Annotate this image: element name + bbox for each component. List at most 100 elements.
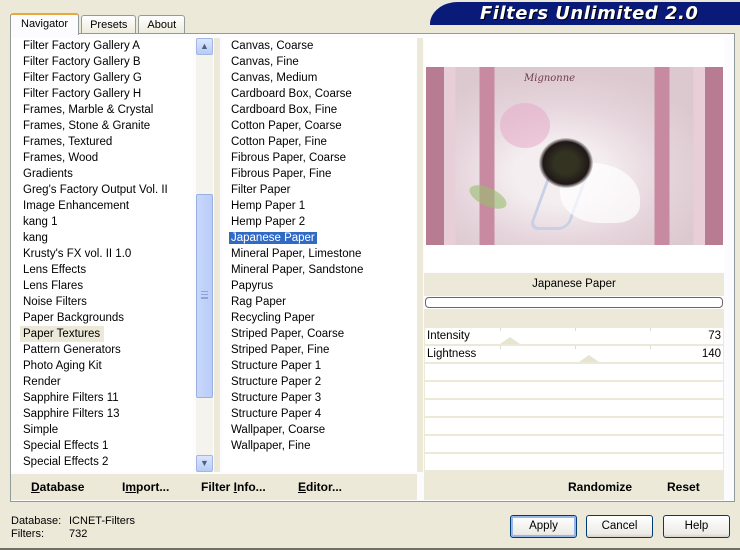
list-item[interactable]: Filter Factory Gallery B [11,54,193,70]
list-item[interactable]: Striped Paper, Fine [223,342,417,358]
list-item[interactable]: Image Enhancement [11,198,193,214]
list-item[interactable]: Lens Flares [11,278,193,294]
list-item-label: Structure Paper 1 [231,360,322,372]
list-item[interactable]: Noise Filters [11,294,193,310]
tab-bar: Navigator Presets About [10,13,187,35]
cancel-button[interactable]: Cancel [586,515,653,538]
list-item[interactable]: Photo Aging Kit [11,358,193,374]
chevron-up-icon: ▲ [200,41,209,51]
list-item[interactable]: Hemp Paper 2 [223,214,417,230]
list-item[interactable]: Filter Factory Gallery G [11,70,193,86]
progress-bar [425,297,723,308]
list-item[interactable]: Filter Factory Gallery A [11,38,193,54]
list-item[interactable]: Canvas, Coarse [223,38,417,54]
database-button[interactable]: Database [31,480,84,494]
list-item[interactable]: Wallpaper, Coarse [223,422,417,438]
list-item[interactable]: Canvas, Fine [223,54,417,70]
slider-thumb[interactable] [500,337,521,344]
list-item-label: Mineral Paper, Limestone [231,248,362,260]
list-item-label: Filter Factory Gallery G [23,72,142,84]
list-item[interactable]: Special Effects 2 [11,454,193,470]
list-item[interactable]: Mineral Paper, Limestone [223,246,417,262]
list-item[interactable]: Paper Textures [20,326,105,342]
list-item[interactable]: Krusty's FX vol. II 1.0 [11,246,193,262]
list-item[interactable]: Cotton Paper, Coarse [223,118,417,134]
scroll-thumb[interactable] [196,194,213,398]
preview-caption: Mignonne [524,73,576,84]
tab-presets[interactable]: Presets [81,15,137,35]
empty-param-row [425,436,723,452]
list-item-label: Frames, Stone & Granite [23,120,151,132]
list-item-label: Structure Paper 3 [231,392,322,404]
empty-param-row [425,418,723,434]
database-label: Database: [11,515,62,527]
randomize-button[interactable]: Randomize [568,480,632,494]
list-item[interactable]: Cardboard Box, Coarse [223,86,417,102]
list-item[interactable]: Frames, Textured [11,134,193,150]
list-item[interactable]: Japanese Paper [223,230,417,246]
scroll-down-button[interactable]: ▼ [196,455,213,472]
list-item[interactable]: Sapphire Filters 13 [11,406,193,422]
list-item[interactable]: Structure Paper 4 [223,406,417,422]
list-item[interactable]: Render [11,374,193,390]
filter-info-button[interactable]: Filter Info... [201,480,266,494]
list-item-label: kang 1 [23,216,58,228]
list-item[interactable]: Filter Factory Gallery H [11,86,193,102]
preview-panel: Mignonne [424,38,724,272]
list-item[interactable]: Structure Paper 3 [223,390,417,406]
list-item-label: Papyrus [231,280,274,292]
list-item[interactable]: Special Effects 1 [11,438,193,454]
import-button[interactable]: Import... [122,480,169,494]
list-item[interactable]: Cotton Paper, Fine [223,134,417,150]
category-scrollbar[interactable]: ▲ ▼ [196,38,213,472]
list-item-label: Render [23,376,61,388]
scroll-up-button[interactable]: ▲ [196,38,213,55]
list-item-label: Wallpaper, Coarse [231,424,326,436]
list-item[interactable]: Sapphire Filters 11 [11,390,193,406]
help-button[interactable]: Help [663,515,730,538]
list-item-label: Sapphire Filters 13 [23,408,120,420]
list-item[interactable]: kang 1 [11,214,193,230]
list-item[interactable]: Frames, Wood [11,150,193,166]
list-item[interactable]: Lens Effects [11,262,193,278]
list-item[interactable]: Rag Paper [223,294,417,310]
list-item[interactable]: Mineral Paper, Sandstone [223,262,417,278]
list-item[interactable]: Striped Paper, Coarse [223,326,417,342]
param-slider-lightness[interactable]: Lightness 140 [425,346,723,362]
app-title: Filters Unlimited 2.0 [480,3,699,24]
list-item[interactable]: kang [11,230,193,246]
list-item[interactable]: Filter Paper [223,182,417,198]
list-item-label: Krusty's FX vol. II 1.0 [23,248,132,260]
list-item[interactable]: Structure Paper 2 [223,374,417,390]
list-item[interactable]: Structure Paper 1 [223,358,417,374]
list-item[interactable]: Frames, Stone & Granite [11,118,193,134]
empty-param-row [425,400,723,416]
list-item[interactable]: Fibrous Paper, Fine [223,166,417,182]
list-item[interactable]: Recycling Paper [223,310,417,326]
list-item[interactable]: Canvas, Medium [223,70,417,86]
category-list[interactable]: Filter Factory Gallery A Filter Factory G… [11,38,193,472]
list-item-label: Cotton Paper, Coarse [231,120,342,132]
list-item[interactable]: Wallpaper, Fine [223,438,417,454]
tab-about[interactable]: About [138,15,186,35]
tab-navigator[interactable]: Navigator [10,13,80,35]
preview-image[interactable]: Mignonne [426,67,723,245]
list-item[interactable]: Hemp Paper 1 [223,198,417,214]
list-item[interactable]: Frames, Marble & Crystal [11,102,193,118]
list-item[interactable]: Pattern Generators [11,342,193,358]
list-item[interactable]: Gradients [11,166,193,182]
list-item-label: Filter Factory Gallery B [23,56,141,68]
reset-button[interactable]: Reset [667,480,700,494]
list-item[interactable]: Papyrus [223,278,417,294]
preview-leaf [465,180,510,214]
slider-thumb[interactable] [578,355,599,362]
param-slider-intensity[interactable]: Intensity 73 [425,328,723,344]
list-item[interactable]: Greg's Factory Output Vol. II [11,182,193,198]
list-item[interactable]: Cardboard Box, Fine [223,102,417,118]
list-item[interactable]: Paper Backgrounds [11,310,193,326]
editor-button[interactable]: Editor... [298,480,342,494]
filter-list[interactable]: Canvas, Coarse Canvas, Fine Canvas, Medium… [223,38,417,472]
list-item[interactable]: Fibrous Paper, Coarse [223,150,417,166]
list-item[interactable]: Simple [11,422,193,438]
apply-button[interactable]: Apply [510,515,577,538]
